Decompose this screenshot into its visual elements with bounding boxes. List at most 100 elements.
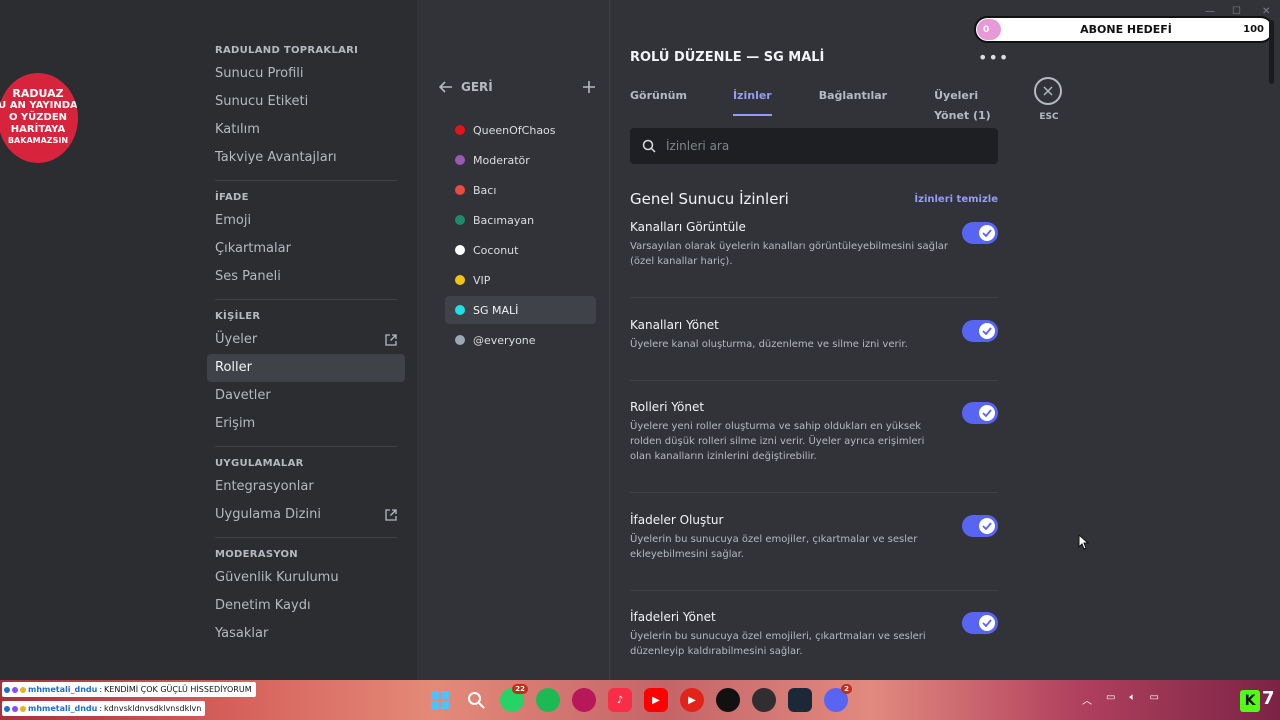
permission-description: Varsayılan olarak üyelerin kanalları gör… [630,241,948,267]
windows-start-icon[interactable] [428,688,452,712]
permission-toggle[interactable] [962,222,998,244]
goal-label: ABONE HEDEFİ [1080,23,1172,36]
search-input[interactable] [666,139,966,153]
whatsapp-icon[interactable]: 22 [500,684,528,712]
role-name: QueenOfChaos [473,123,556,137]
sidebar-item-members[interactable]: Üyeler [207,326,405,354]
sidebar-item-emoji[interactable]: Emoji [207,207,405,235]
search-icon[interactable] [464,688,488,712]
media-app-icon[interactable] [716,688,740,712]
sidebar-item-label: Üyeler [215,332,258,347]
chat-colon: : [99,704,103,713]
sidebar-divider [215,446,397,447]
sidebar-item-soundboard[interactable]: Ses Paneli [207,263,405,291]
external-link-icon [385,509,397,521]
obs-icon[interactable] [752,688,776,712]
roles-list-panel: GERİ QueenOfChaos Moderatör Bacı Bacımayan C… [417,0,610,680]
role-editor: ROLÜ DÜZENLE — SG MALİ ••• Görünüm İzinl… [630,0,1008,680]
close-icon [1043,86,1053,96]
sidebar-item-integrations[interactable]: Entegrasyonlar [207,473,405,501]
back-button[interactable]: GERİ [439,80,493,94]
chat-message: mhmetali_dndu : KENDİMİ ÇOK GÜÇLÜ HİSSED… [2,682,256,697]
discord-icon[interactable]: 2 [824,684,852,712]
app-icon[interactable] [572,688,596,712]
spotify-icon[interactable] [536,688,560,712]
tab-links[interactable]: Bağlantılar [819,86,887,116]
role-item[interactable]: Moderatör [445,146,596,174]
tab-permissions[interactable]: İzinler [732,86,772,116]
permission-description: Üyelere yeni roller oluşturma ve sahip o… [630,421,925,462]
permission-search[interactable] [630,128,998,164]
toggle-knob [979,323,995,339]
role-item[interactable]: Coconut [445,236,596,264]
permission-row: İfadeler Oluştur Üyelerin bu sunucuya öze… [630,513,998,562]
sidebar-item-app-directory[interactable]: Uygulama Dizini [207,501,405,529]
sidebar-item-invites[interactable]: Davetler [207,382,405,410]
tab-manage-members[interactable]: Üyeleri Yönet (1) [934,86,1000,122]
role-color-dot [455,275,465,285]
chat-text: kdnvskldnvsdklvnsdklvn [104,704,202,713]
role-item[interactable]: VIP [445,266,596,294]
permission-row: Kanalları Yönet Üyelere kanal oluşturma, … [630,318,998,352]
close-button[interactable] [1034,77,1062,105]
role-name: SG MALİ [473,303,519,317]
badge-line: U AN YAYINDA [0,100,78,111]
youtube-music-icon[interactable]: ▶ [680,688,704,712]
sidebar-item-label: Uygulama Dizini [215,507,321,522]
sidebar-item-roles[interactable]: Roller [207,354,405,382]
sidebar-item-server-profile[interactable]: Sunucu Profili [207,60,405,88]
sidebar-item-onboarding[interactable]: Katılım [207,116,405,144]
sidebar-item-access[interactable]: Erişim [207,410,405,438]
role-name: @everyone [473,333,536,347]
sidebar-item-label: Erişim [215,416,256,431]
display-icon[interactable]: ▭ [1106,692,1115,707]
badge-line: HARİTAYA [10,124,66,135]
plus-icon[interactable] [583,81,595,93]
role-item[interactable]: SG MALİ [445,296,596,324]
sidebar-item-label: Denetim Kaydı [215,598,311,613]
permission-divider [630,380,998,381]
volume-icon[interactable]: 🔈︎ [1129,692,1135,707]
role-name: Bacımayan [473,213,535,227]
permissions-section-header: Genel Sunucu İzinleri İzinleri temizle [630,190,998,208]
permission-toggle[interactable] [962,402,998,424]
overlay-count: 7 [1262,688,1275,709]
chat-badge-icon [12,705,18,712]
sidebar-section-header: İFADE [215,192,249,203]
taskbar-icons: 22 ♪ ▶ ▶ 2 [428,684,852,712]
youtube-icon[interactable]: ▶ [644,688,668,712]
sidebar-item-label: Emoji [215,213,252,228]
permission-toggle[interactable] [962,320,998,342]
chevron-up-icon[interactable]: ︿ [1082,692,1092,707]
permission-toggle[interactable] [962,612,998,634]
scrollbar[interactable] [1269,20,1274,84]
toggle-knob [979,225,995,241]
sidebar-item-label: Çıkartmalar [215,241,291,256]
clear-permissions-link[interactable]: İzinleri temizle [914,194,998,205]
permission-toggle[interactable] [962,515,998,537]
sidebar-item-audit-log[interactable]: Denetim Kaydı [207,592,405,620]
role-item[interactable]: Bacımayan [445,206,596,234]
sidebar-item-safety-setup[interactable]: Güvenlik Kurulumu [207,564,405,592]
check-icon [982,327,992,335]
permission-description: Üyelere kanal oluşturma, düzenleme ve si… [630,339,908,350]
page-title: ROLÜ DÜZENLE — SG MALİ [630,50,825,65]
sidebar-item-bans[interactable]: Yasaklar [207,620,405,648]
back-label: GERİ [461,80,493,94]
battery-icon[interactable]: ▭ [1149,692,1158,707]
steam-icon[interactable] [788,688,812,712]
role-item[interactable]: @everyone [445,326,596,354]
role-item[interactable]: Bacı [445,176,596,204]
music-icon[interactable]: ♪ [608,688,632,712]
sidebar-item-boost-perks[interactable]: Takviye Avantajları [207,144,405,172]
more-options-icon[interactable]: ••• [978,48,1009,67]
tab-display[interactable]: Görünüm [630,86,687,116]
chat-username: mhmetali_dndu [28,685,98,694]
esc-label: ESC [1039,112,1059,122]
role-color-dot [455,305,465,315]
sidebar-item-label: Yasaklar [215,626,269,641]
close-settings[interactable]: ESC [1034,77,1064,122]
sidebar-item-server-tag[interactable]: Sunucu Etiketi [207,88,405,116]
role-item[interactable]: QueenOfChaos [445,116,596,144]
sidebar-item-stickers[interactable]: Çıkartmalar [207,235,405,263]
